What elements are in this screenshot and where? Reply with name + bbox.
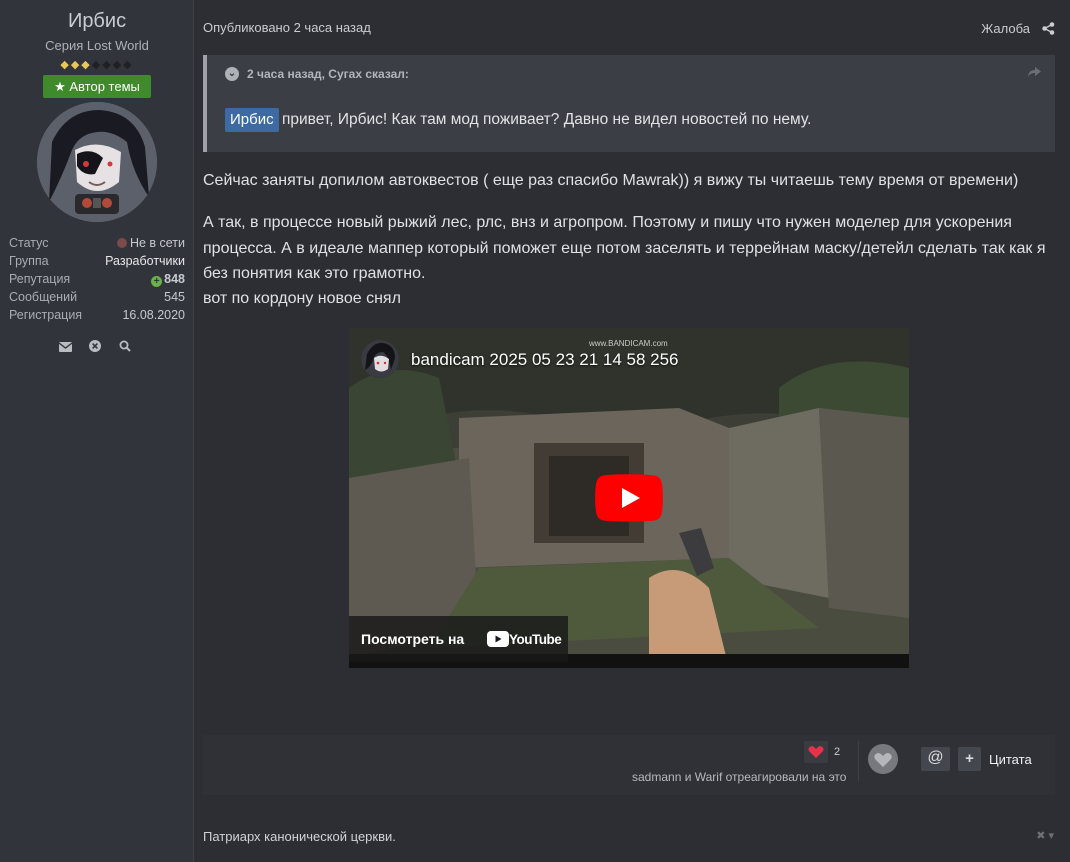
post-paragraph: А так, в процессе новый рыжий лес, рлс, … bbox=[203, 214, 1046, 282]
user-mention[interactable]: Ирбис bbox=[225, 108, 279, 132]
quote-citation: 2 часа назад, Сугах сказал: bbox=[247, 67, 409, 81]
hide-signature-icon[interactable]: ✖ ▾ bbox=[1036, 829, 1054, 842]
stat-group: Группа Разработчики bbox=[9, 252, 185, 270]
video-title[interactable]: bandicam 2025 05 23 21 14 58 256 bbox=[411, 350, 679, 370]
watch-on-label: Посмотреть на bbox=[361, 631, 465, 647]
author-sidebar: Ирбис Серия Lost World ◆◆◆◆◆◆◆ ★ Автор т… bbox=[0, 0, 194, 862]
stat-value: 545 bbox=[164, 290, 185, 304]
author-name[interactable]: Ирбис bbox=[0, 10, 194, 33]
stat-label: Репутация bbox=[9, 272, 71, 286]
stat-label: Группа bbox=[9, 254, 49, 268]
search-icon[interactable] bbox=[118, 340, 132, 356]
group-link[interactable]: Разработчики bbox=[105, 252, 185, 270]
mention-button[interactable]: @ bbox=[921, 747, 950, 771]
stat-value: Не в сети bbox=[129, 236, 185, 250]
share-icon[interactable] bbox=[1042, 22, 1056, 36]
stat-label: Сообщений bbox=[9, 290, 78, 304]
rank-pip-icon: ◆ bbox=[81, 59, 92, 71]
stat-status: Статус Не в сети bbox=[9, 234, 185, 252]
rank-pip-icon: ◆ bbox=[91, 59, 103, 71]
play-button-icon[interactable] bbox=[595, 474, 663, 522]
star-icon: ★ bbox=[54, 79, 66, 94]
quote-button[interactable]: Цитата bbox=[989, 752, 1032, 767]
heart-icon[interactable] bbox=[868, 744, 898, 774]
envelope-icon[interactable] bbox=[58, 340, 72, 356]
youtube-wordmark: YouTube bbox=[509, 632, 562, 647]
channel-avatar[interactable] bbox=[361, 340, 399, 378]
rank-pip-icon: ◆ bbox=[123, 59, 134, 71]
stat-reputation: Репутация +848 bbox=[9, 270, 185, 288]
go-to-quote-icon[interactable] bbox=[1028, 65, 1041, 80]
chevron-down-icon[interactable]: ⌄ bbox=[225, 67, 239, 81]
topic-author-badge: ★ Автор темы bbox=[43, 75, 151, 98]
rank-pips: ◆◆◆◆◆◆◆ bbox=[0, 58, 194, 71]
topic-author-badge-label: Автор темы bbox=[69, 79, 140, 94]
quote-block: ⌄ 2 часа назад, Сугах сказал: Ирбис прив… bbox=[203, 55, 1055, 152]
user-signature: Патриарх канонической церкви. bbox=[203, 829, 396, 844]
stat-value: 16.08.2020 bbox=[122, 308, 185, 322]
rank-pip-icon: ◆ bbox=[112, 59, 124, 71]
plus-circle-icon: + bbox=[151, 276, 163, 287]
reputation-value[interactable]: 848 bbox=[164, 272, 185, 286]
reactions-bar: 2 sadmann и Warif отреагировали на это @… bbox=[203, 735, 1055, 795]
ignore-icon[interactable] bbox=[88, 340, 102, 356]
post-date-link[interactable]: Опубликовано 2 часа назад bbox=[203, 20, 371, 35]
post-paragraph: вот по кордону новое снял bbox=[203, 290, 401, 307]
author-title: Серия Lost World bbox=[45, 38, 149, 53]
youtube-embed[interactable]: www.BANDICAM.com bandicam 2025 05 23 21 … bbox=[349, 328, 909, 668]
divider bbox=[858, 741, 859, 781]
rank-pip-icon: ◆ bbox=[60, 59, 71, 71]
author-actions bbox=[58, 340, 132, 356]
svg-text:www.BANDICAM.com: www.BANDICAM.com bbox=[588, 339, 668, 348]
avatar[interactable] bbox=[37, 102, 157, 222]
stat-label: Статус bbox=[9, 236, 49, 250]
multiquote-button[interactable]: + bbox=[958, 747, 981, 771]
rank-pip-icon: ◆ bbox=[70, 59, 82, 71]
reaction-users[interactable]: sadmann и Warif отреагировали на это bbox=[632, 770, 846, 784]
post-paragraph: Сейчас заняты допилом автоквестов ( еще … bbox=[203, 172, 1019, 189]
stat-label: Регистрация bbox=[9, 308, 83, 322]
author-stats: Статус Не в сети Группа Разработчики Реп… bbox=[9, 234, 185, 324]
watch-on-youtube-button[interactable]: Посмотреть на YouTube bbox=[349, 616, 568, 662]
stat-registration: Регистрация 16.08.2020 bbox=[9, 306, 185, 324]
quote-text: привет, Ирбис! Как там мод поживает? Дав… bbox=[282, 111, 812, 128]
reaction-summary[interactable] bbox=[804, 739, 848, 765]
reaction-count: 2 bbox=[834, 746, 841, 758]
offline-status-icon bbox=[116, 238, 127, 248]
rank-pip-icon: ◆ bbox=[102, 59, 113, 71]
report-link[interactable]: Жалоба bbox=[981, 21, 1030, 36]
stat-posts: Сообщений 545 bbox=[9, 288, 185, 306]
